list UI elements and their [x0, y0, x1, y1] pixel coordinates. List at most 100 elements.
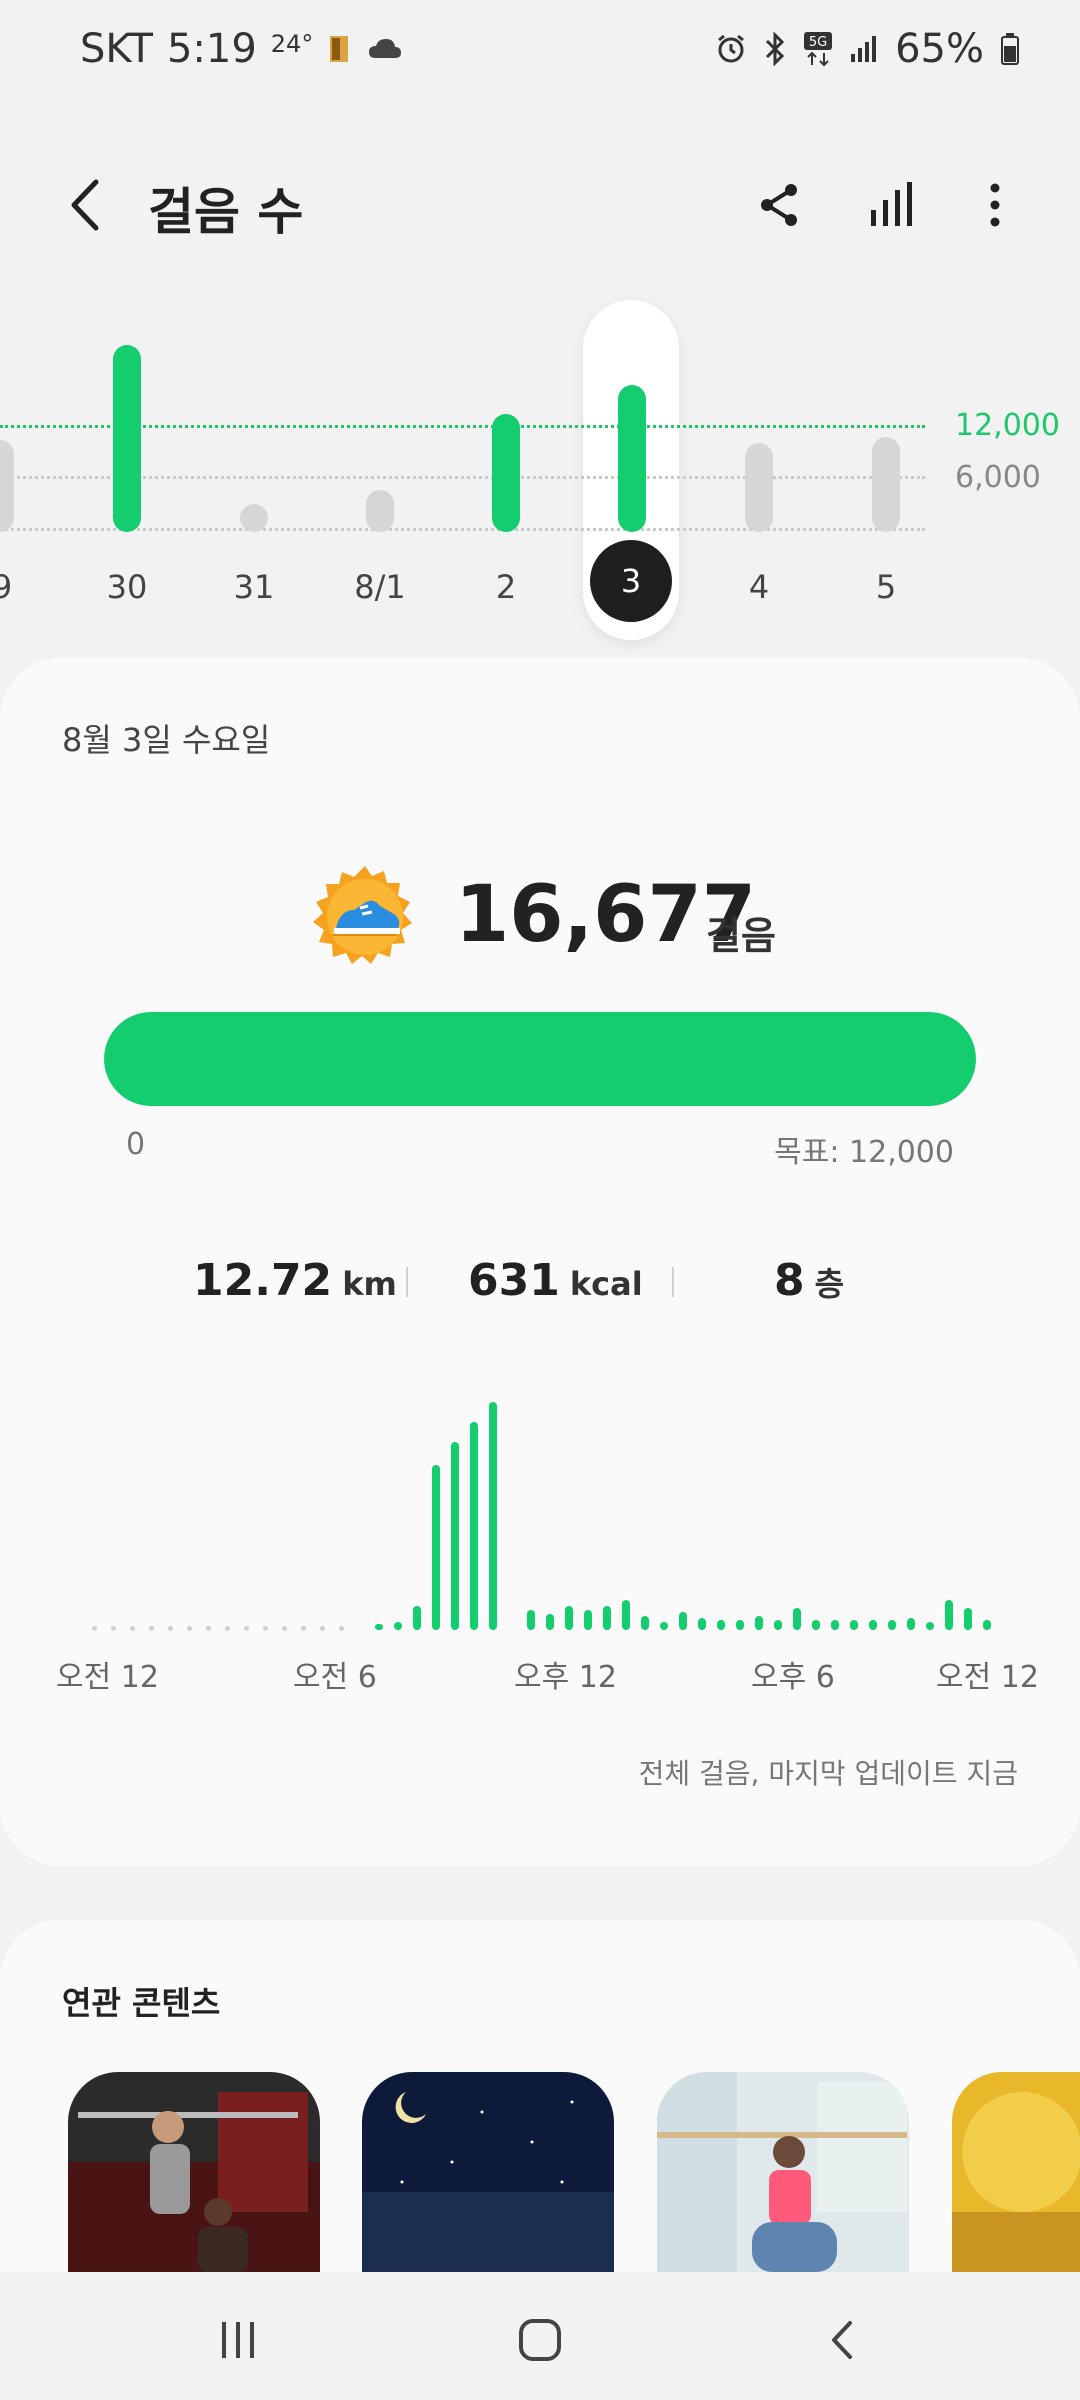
nature-image — [952, 2072, 1080, 2272]
distance-stat: 12.72 km — [193, 1255, 397, 1306]
activity-stats: 12.72 km 631 kcal 8 층 — [0, 1255, 1080, 1315]
hourly-empty-slot — [149, 1626, 154, 1631]
hourly-bar — [812, 1620, 820, 1630]
hourly-empty-slot — [320, 1626, 325, 1631]
home-icon — [519, 2319, 561, 2361]
stat-divider — [672, 1267, 674, 1297]
day-bar[interactable] — [872, 437, 900, 532]
battery-icon — [1001, 33, 1019, 65]
alarm-icon — [718, 34, 745, 63]
day-label[interactable]: 5 — [846, 568, 926, 606]
day-bar[interactable] — [113, 345, 141, 532]
hourly-bar — [793, 1608, 801, 1630]
hourly-empty-slot — [263, 1626, 268, 1631]
home-button[interactable] — [500, 2310, 580, 2370]
hourly-bar — [983, 1620, 991, 1630]
day-bar-selected[interactable] — [618, 385, 646, 532]
calories-stat: 631 kcal — [468, 1255, 643, 1306]
hourly-empty-slot — [92, 1626, 97, 1631]
hourly-bar — [603, 1606, 611, 1630]
hourly-bar — [432, 1465, 440, 1630]
day-label[interactable]: 31 — [214, 568, 294, 606]
door-icon — [330, 36, 349, 62]
more-options-button[interactable] — [965, 170, 1025, 240]
hourly-empty-slot — [301, 1626, 306, 1631]
hourly-bar — [945, 1600, 953, 1630]
system-navigation-bar — [0, 2272, 1080, 2400]
hourly-empty-slot — [339, 1626, 344, 1631]
weekly-steps-chart[interactable]: 12,000 6,000 9 30 31 8/1 2 3 4 5 — [0, 290, 1080, 660]
hourly-empty-slot — [244, 1626, 249, 1631]
goal-axis-label: 12,000 — [955, 408, 1060, 443]
hourly-bar — [451, 1442, 459, 1630]
mid-axis-label: 6,000 — [955, 460, 1041, 495]
share-icon — [761, 184, 797, 226]
hourly-steps-chart[interactable] — [0, 1402, 1080, 1650]
hourly-empty-slot — [168, 1626, 173, 1631]
carrier: SKT — [80, 26, 153, 72]
night-sky-image — [362, 2072, 614, 2272]
calories-unit: kcal — [569, 1265, 643, 1303]
day-bar[interactable] — [0, 440, 14, 532]
hourly-axis-label: 오후 6 — [751, 1660, 835, 1695]
share-button[interactable] — [750, 170, 810, 240]
day-label[interactable]: 9 — [0, 568, 42, 606]
5g-icon: 5G — [804, 32, 833, 67]
last-updated-text: 전체 걸음, 마지막 업데이트 지금 — [638, 1757, 1018, 1790]
goal-achieved-badge — [310, 862, 420, 972]
goal-progress-bar — [104, 1012, 976, 1106]
hourly-axis-label: 오후 12 — [514, 1660, 617, 1695]
hourly-bar — [565, 1606, 573, 1630]
related-thumbnail-nature[interactable] — [952, 2072, 1080, 2272]
day-bar[interactable] — [492, 414, 520, 532]
nav-back-button[interactable] — [802, 2310, 882, 2370]
related-thumbnail-yoga[interactable] — [657, 2072, 909, 2272]
hourly-bar — [850, 1620, 858, 1630]
hourly-bar — [470, 1422, 478, 1630]
yoga-image — [657, 2072, 909, 2272]
bluetooth-icon — [766, 32, 785, 66]
back-button[interactable] — [60, 170, 110, 240]
step-unit: 걸음 — [706, 914, 776, 958]
trends-button[interactable] — [862, 170, 922, 240]
hourly-bar — [831, 1620, 839, 1630]
progress-start-label: 0 — [126, 1127, 146, 1162]
hourly-axis-label: 오전 12 — [56, 1660, 159, 1695]
calories-value: 631 — [468, 1255, 560, 1306]
distance-value: 12.72 — [193, 1255, 333, 1306]
hourly-empty-slot — [282, 1626, 287, 1631]
distance-unit: km — [342, 1265, 397, 1303]
hourly-bar — [375, 1624, 383, 1630]
hourly-bar — [926, 1622, 934, 1630]
day-label[interactable]: 4 — [719, 568, 799, 606]
day-label[interactable]: 30 — [87, 568, 167, 606]
hourly-bar — [584, 1610, 592, 1630]
hourly-bar — [527, 1610, 535, 1630]
related-thumbnail-night[interactable] — [362, 2072, 614, 2272]
recent-apps-button[interactable] — [198, 2310, 278, 2370]
hourly-bar — [413, 1606, 421, 1630]
hourly-bar — [717, 1620, 725, 1630]
day-bar[interactable] — [366, 490, 394, 532]
hourly-axis-label: 오전 12 — [936, 1660, 1039, 1695]
nav-back-icon — [832, 2321, 852, 2359]
hourly-bar — [869, 1620, 877, 1630]
related-thumbnail-workout[interactable] — [68, 2072, 320, 2272]
day-label[interactable]: 2 — [466, 568, 546, 606]
hourly-empty-slot — [111, 1626, 116, 1631]
cloud-icon — [369, 39, 402, 58]
hourly-bar — [660, 1622, 668, 1630]
day-bar[interactable] — [240, 504, 268, 532]
hourly-empty-slot — [206, 1626, 211, 1631]
progress-goal-label: 목표: 12,000 — [774, 1135, 954, 1170]
grid-line-base — [0, 528, 925, 531]
hourly-bar — [774, 1620, 782, 1630]
selected-day-label[interactable]: 3 — [590, 540, 672, 622]
page-title: 걸음 수 — [148, 183, 304, 241]
floors-unit: 층 — [814, 1265, 845, 1303]
day-label[interactable]: 8/1 — [340, 568, 420, 606]
hourly-bar — [888, 1620, 896, 1630]
floors-value: 8 — [774, 1255, 805, 1306]
day-bar[interactable] — [745, 443, 773, 532]
signal-icon — [851, 36, 877, 62]
